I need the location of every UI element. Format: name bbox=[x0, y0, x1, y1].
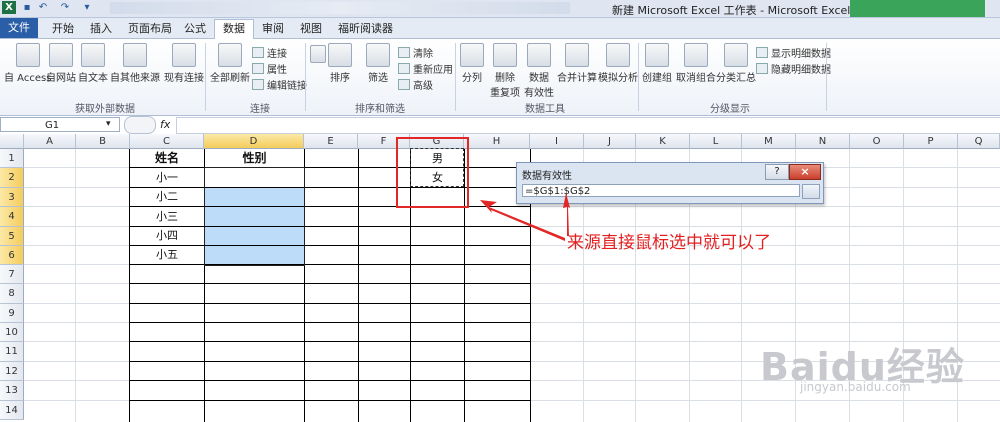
arrow-to-range bbox=[480, 200, 565, 241]
baidu-watermark: Baidu经验 jingyan.baidu.com bbox=[760, 336, 965, 394]
watermark-url: jingyan.baidu.com bbox=[800, 380, 911, 394]
annotation-text: 来源直接鼠标选中就可以了 bbox=[567, 233, 771, 253]
